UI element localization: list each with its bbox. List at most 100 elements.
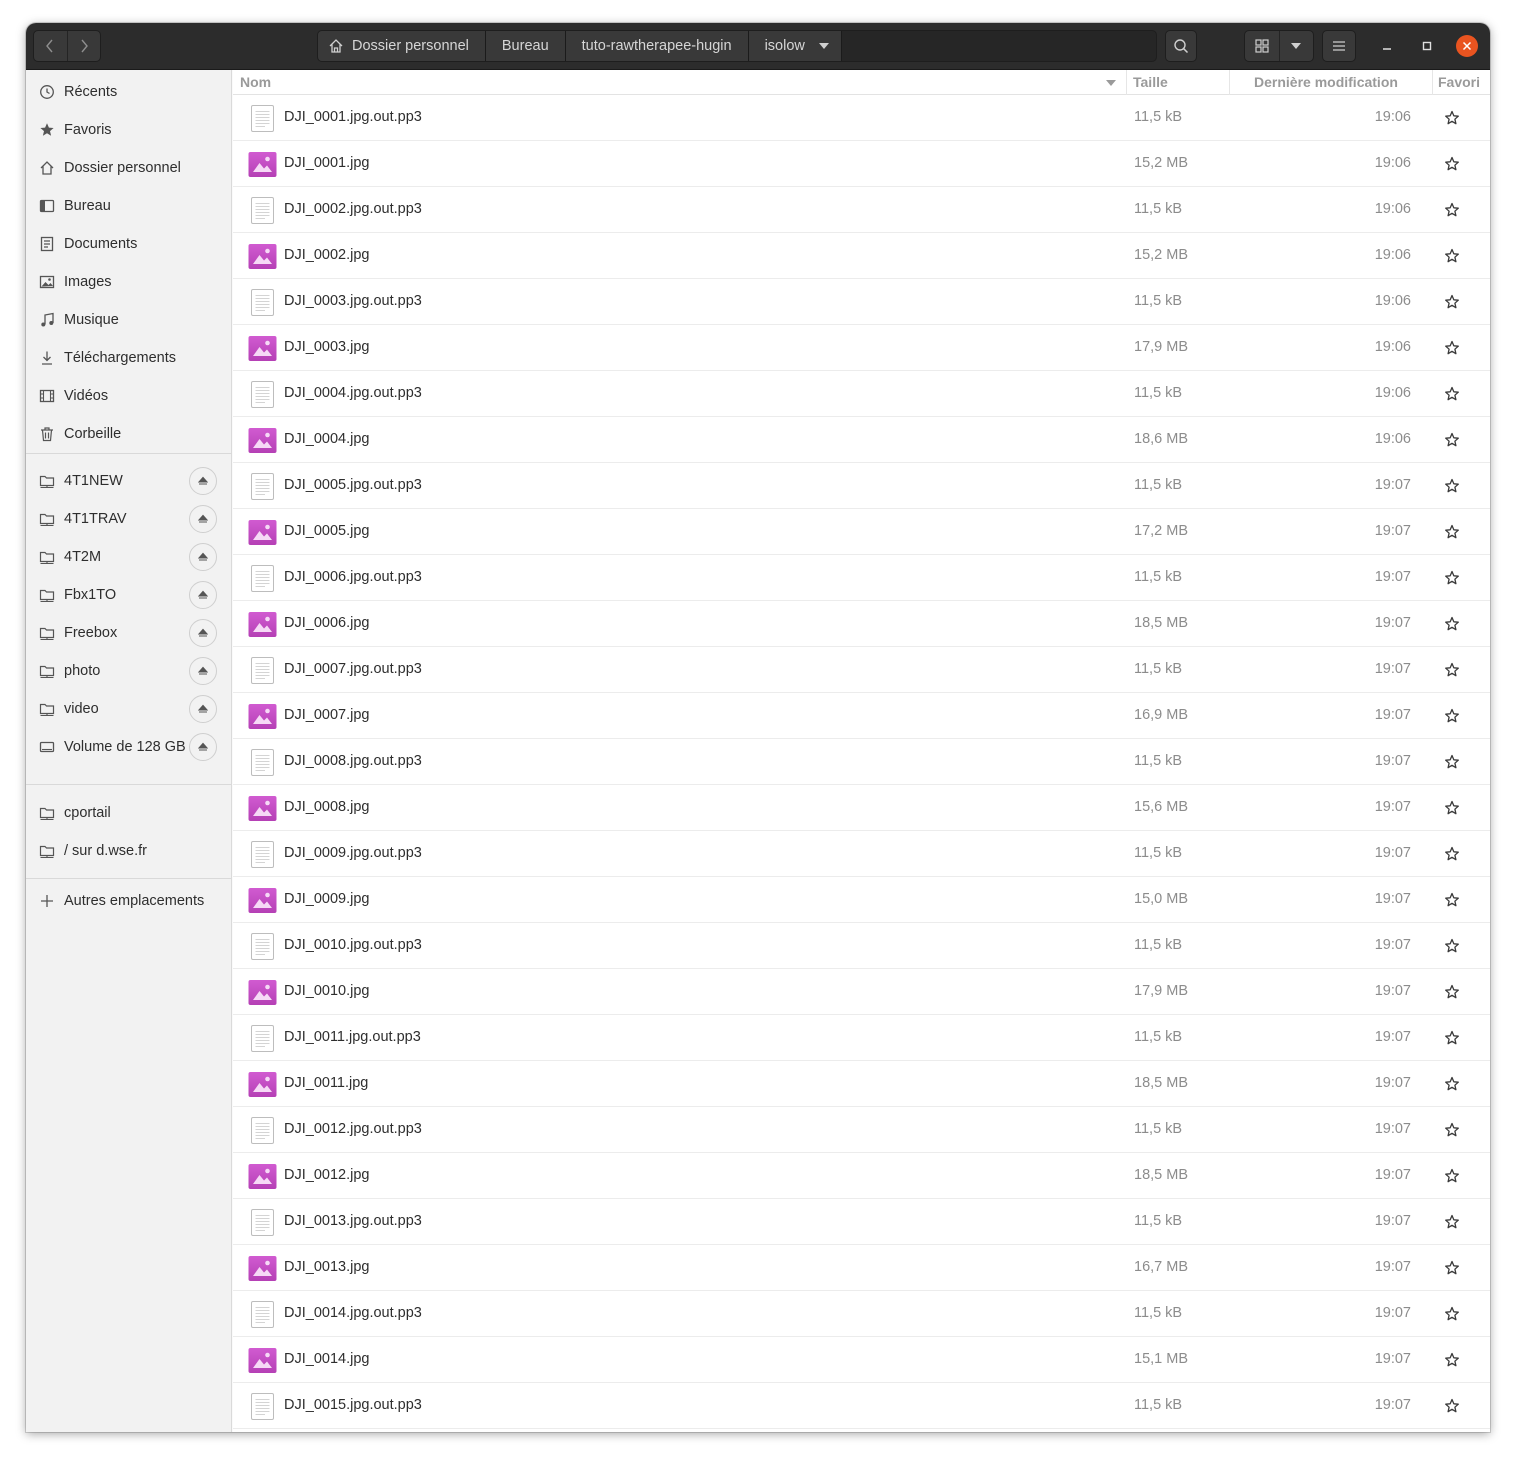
table-row[interactable]: DJI_0010.jpg.out.pp3 11,5 kB 19:07: [233, 923, 1490, 969]
sidebar-item-vid-os[interactable]: Vidéos: [26, 377, 232, 415]
sidebar-item-bureau[interactable]: Bureau: [26, 187, 232, 225]
table-row[interactable]: DJI_0004.jpg.out.pp3 11,5 kB 19:06: [233, 371, 1490, 417]
column-size-header[interactable]: Taille: [1133, 74, 1168, 90]
star-icon[interactable]: [1444, 1168, 1460, 1184]
breadcrumb-tuto[interactable]: tuto-rawtherapee-hugin: [565, 31, 749, 61]
sidebar-item-cportail[interactable]: cportail: [26, 794, 232, 832]
table-row[interactable]: DJI_0003.jpg.out.pp3 11,5 kB 19:06: [233, 279, 1490, 325]
star-icon[interactable]: [1444, 570, 1460, 586]
table-row[interactable]: DJI_0012.jpg.out.pp3 11,5 kB 19:07: [233, 1107, 1490, 1153]
close-button[interactable]: [1456, 35, 1478, 57]
star-icon[interactable]: [1444, 938, 1460, 954]
column-name-header[interactable]: Nom: [240, 74, 271, 90]
column-starred-header[interactable]: Favori: [1438, 74, 1480, 90]
table-row[interactable]: DJI_0002.jpg.out.pp3 11,5 kB 19:06: [233, 187, 1490, 233]
search-button[interactable]: [1165, 30, 1197, 62]
star-icon[interactable]: [1444, 984, 1460, 1000]
eject-button[interactable]: [189, 581, 217, 609]
grid-view-button[interactable]: [1245, 31, 1279, 61]
star-icon[interactable]: [1444, 892, 1460, 908]
menu-button[interactable]: [1322, 30, 1356, 62]
sidebar-item-volume-de-128-gb[interactable]: Volume de 128 GB: [26, 728, 232, 766]
sidebar-item-dossier-personnel[interactable]: Dossier personnel: [26, 149, 232, 187]
table-row[interactable]: DJI_0002.jpg 15,2 MB 19:06: [233, 233, 1490, 279]
minimize-button[interactable]: [1376, 35, 1398, 57]
table-row[interactable]: DJI_0004.jpg 18,6 MB 19:06: [233, 417, 1490, 463]
table-row[interactable]: DJI_0005.jpg 17,2 MB 19:07: [233, 509, 1490, 555]
table-row[interactable]: DJI_0008.jpg.out.pp3 11,5 kB 19:07: [233, 739, 1490, 785]
star-icon[interactable]: [1444, 1214, 1460, 1230]
column-modified-header[interactable]: Dernière modification: [1254, 74, 1398, 90]
table-row[interactable]: DJI_0014.jpg.out.pp3 11,5 kB 19:07: [233, 1291, 1490, 1337]
star-icon[interactable]: [1444, 1030, 1460, 1046]
forward-button[interactable]: [66, 31, 101, 61]
sidebar-item-corbeille[interactable]: Corbeille: [26, 415, 232, 453]
table-row[interactable]: DJI_0006.jpg.out.pp3 11,5 kB 19:07: [233, 555, 1490, 601]
maximize-button[interactable]: [1416, 35, 1438, 57]
sidebar-item-video[interactable]: video: [26, 690, 232, 728]
sidebar-item-images[interactable]: Images: [26, 263, 232, 301]
table-row[interactable]: DJI_0003.jpg 17,9 MB 19:06: [233, 325, 1490, 371]
star-icon[interactable]: [1444, 754, 1460, 770]
star-icon[interactable]: [1444, 340, 1460, 356]
sidebar-item-4t2m[interactable]: 4T2M: [26, 538, 232, 576]
sidebar-item-fbx1to[interactable]: Fbx1TO: [26, 576, 232, 614]
breadcrumb-home[interactable]: Dossier personnel: [318, 31, 486, 61]
eject-button[interactable]: [189, 543, 217, 571]
star-icon[interactable]: [1444, 1352, 1460, 1368]
star-icon[interactable]: [1444, 1076, 1460, 1092]
view-options-button[interactable]: [1278, 31, 1314, 61]
sidebar-item-autres-emplacements[interactable]: Autres emplacements: [26, 882, 232, 920]
sidebar-item-photo[interactable]: photo: [26, 652, 232, 690]
table-row[interactable]: DJI_0008.jpg 15,6 MB 19:07: [233, 785, 1490, 831]
table-row[interactable]: DJI_0006.jpg 18,5 MB 19:07: [233, 601, 1490, 647]
table-row[interactable]: DJI_0013.jpg.out.pp3 11,5 kB 19:07: [233, 1199, 1490, 1245]
sidebar-item-4t1trav[interactable]: 4T1TRAV: [26, 500, 232, 538]
eject-button[interactable]: [189, 657, 217, 685]
breadcrumb-current[interactable]: isolow: [748, 31, 842, 61]
star-icon[interactable]: [1444, 110, 1460, 126]
star-icon[interactable]: [1444, 616, 1460, 632]
table-row[interactable]: DJI_0009.jpg 15,0 MB 19:07: [233, 877, 1490, 923]
table-row[interactable]: DJI_0007.jpg 16,9 MB 19:07: [233, 693, 1490, 739]
star-icon[interactable]: [1444, 846, 1460, 862]
star-icon[interactable]: [1444, 156, 1460, 172]
star-icon[interactable]: [1444, 524, 1460, 540]
sidebar-item-4t1new[interactable]: 4T1NEW: [26, 462, 232, 500]
star-icon[interactable]: [1444, 294, 1460, 310]
table-row[interactable]: DJI_0009.jpg.out.pp3 11,5 kB 19:07: [233, 831, 1490, 877]
table-row[interactable]: DJI_0001.jpg 15,2 MB 19:06: [233, 141, 1490, 187]
eject-button[interactable]: [189, 467, 217, 495]
star-icon[interactable]: [1444, 1122, 1460, 1138]
star-icon[interactable]: [1444, 708, 1460, 724]
table-row[interactable]: DJI_0013.jpg 16,7 MB 19:07: [233, 1245, 1490, 1291]
sidebar-item-documents[interactable]: Documents: [26, 225, 232, 263]
table-row[interactable]: DJI_0001.jpg.out.pp3 11,5 kB 19:06: [233, 95, 1490, 141]
eject-button[interactable]: [189, 695, 217, 723]
table-row[interactable]: DJI_0015.jpg.out.pp3 11,5 kB 19:07: [233, 1383, 1490, 1429]
sidebar-item-sur-d-wse-fr[interactable]: / sur d.wse.fr: [26, 832, 232, 870]
eject-button[interactable]: [189, 619, 217, 647]
star-icon[interactable]: [1444, 202, 1460, 218]
table-row[interactable]: DJI_0007.jpg.out.pp3 11,5 kB 19:07: [233, 647, 1490, 693]
star-icon[interactable]: [1444, 662, 1460, 678]
eject-button[interactable]: [189, 505, 217, 533]
star-icon[interactable]: [1444, 1398, 1460, 1414]
sidebar-item-t-l-chargements[interactable]: Téléchargements: [26, 339, 232, 377]
star-icon[interactable]: [1444, 800, 1460, 816]
star-icon[interactable]: [1444, 248, 1460, 264]
table-row[interactable]: DJI_0011.jpg.out.pp3 11,5 kB 19:07: [233, 1015, 1490, 1061]
back-button[interactable]: [34, 31, 67, 61]
breadcrumb-bureau[interactable]: Bureau: [485, 31, 566, 61]
star-icon[interactable]: [1444, 432, 1460, 448]
star-icon[interactable]: [1444, 1306, 1460, 1322]
star-icon[interactable]: [1444, 478, 1460, 494]
table-row[interactable]: DJI_0011.jpg 18,5 MB 19:07: [233, 1061, 1490, 1107]
sidebar-item-musique[interactable]: Musique: [26, 301, 232, 339]
sidebar-item-r-cents[interactable]: Récents: [26, 73, 232, 111]
eject-button[interactable]: [189, 733, 217, 761]
table-row[interactable]: DJI_0012.jpg 18,5 MB 19:07: [233, 1153, 1490, 1199]
star-icon[interactable]: [1444, 1260, 1460, 1276]
table-row[interactable]: DJI_0014.jpg 15,1 MB 19:07: [233, 1337, 1490, 1383]
star-icon[interactable]: [1444, 386, 1460, 402]
